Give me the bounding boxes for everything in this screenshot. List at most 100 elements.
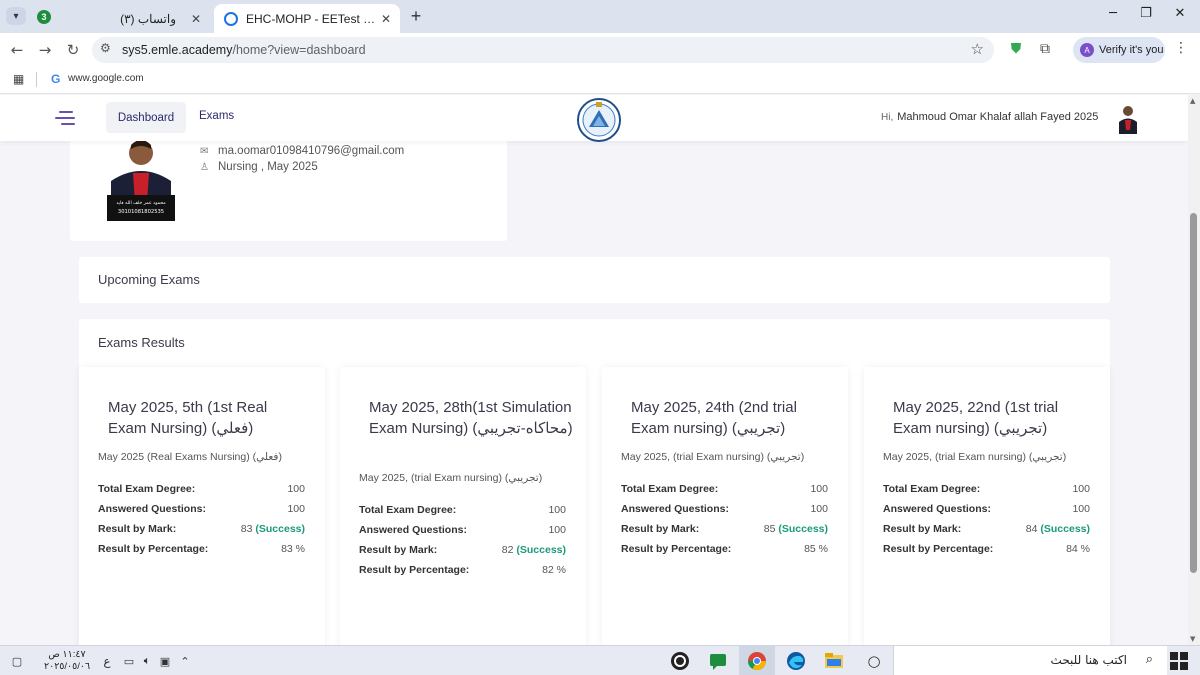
exam-title: May 2025, 24th (2nd trial Exam nursing) … (631, 399, 797, 437)
scroll-thumb[interactable] (1190, 213, 1197, 573)
edge-icon[interactable] (783, 646, 809, 675)
reload-icon[interactable]: ↻ (62, 39, 84, 61)
exam-result-card: May 2025, 22nd (1st trial Exam nursing) … (864, 367, 1110, 645)
volume-icon[interactable]: 🔈︎ (139, 646, 155, 675)
tab-group-badge[interactable]: 3 (37, 10, 51, 24)
restore-icon[interactable]: ❐ (1131, 6, 1161, 26)
input-language[interactable]: ع (100, 646, 114, 675)
new-tab-plus-icon[interactable]: + (406, 6, 426, 26)
site-logo[interactable] (576, 97, 622, 143)
window-close-icon[interactable]: ✕ (1165, 6, 1195, 26)
exam-result-card: May 2025, 5th (1st Real Exam Nursing) (ف… (79, 367, 325, 645)
exam-result-card: May 2025, 24th (2nd trial Exam nursing) … (602, 367, 848, 645)
taskbar-search-box[interactable]: اكتب هنا للبحث ⌕ (893, 646, 1167, 675)
cortana-circle-icon[interactable]: ○ (861, 646, 887, 675)
profile-email: ✉ ma.oomar01098410796@gmail.com (200, 145, 405, 157)
file-explorer-icon[interactable] (821, 646, 847, 675)
address-bar[interactable]: ⚙ sys5.emle.academy/home?view=dashboard … (92, 37, 994, 63)
close-icon[interactable]: ✕ (378, 12, 394, 26)
stat-percentage: Result by Percentage: 84 % (883, 543, 1090, 555)
stat-answered: Answered Questions: 100 (359, 524, 566, 536)
scroll-down-icon[interactable]: ▼ (1190, 635, 1195, 643)
chrome-icon[interactable] (739, 646, 775, 675)
google-icon[interactable]: G (51, 72, 60, 86)
bookmark-google[interactable]: www.google.com (68, 73, 144, 84)
windows-taskbar: ▢ ١١:٤٧ ص ٢٠٢٥/٠٥/٠٦ ع ▭ 🔈︎ ▣ ⌃ ○ اكتب ه… (0, 645, 1200, 675)
exam-result-card: May 2025, 28th(1st Simulation Exam Nursi… (340, 367, 586, 645)
stat-answered: Answered Questions: 100 (621, 503, 828, 515)
user-icon: ♙ (200, 162, 209, 173)
forward-arrow-icon[interactable]: → (34, 39, 56, 61)
battery-icon[interactable]: ▭ (121, 646, 137, 675)
exam-subtitle: May 2025, (trial Exam nursing) (تجريبي) (621, 451, 805, 463)
site-favicon-icon (224, 11, 238, 26)
success-badge: (Success) (1040, 523, 1090, 535)
user-avatar[interactable] (1116, 104, 1140, 134)
stat-total-degree: Total Exam Degree: 100 (359, 504, 566, 516)
exam-title: May 2025, 5th (1st Real Exam Nursing) (ف… (108, 399, 268, 437)
stat-mark: Result by Mark: 82 (Success) (359, 544, 566, 556)
site-settings-icon[interactable]: ⚙ (100, 41, 111, 55)
url-text: sys5.emle.academy/home?view=dashboard (122, 43, 366, 57)
mail-icon: ✉ (200, 146, 209, 157)
tab-search-chevron-icon[interactable]: ▾ (6, 7, 26, 25)
exam-title: May 2025, 28th(1st Simulation Exam Nursi… (369, 399, 573, 437)
stat-mark: Result by Mark: 83 (Success) (98, 523, 305, 535)
back-arrow-icon[interactable]: ← (6, 39, 28, 61)
nav-dashboard[interactable]: Dashboard (106, 102, 186, 133)
upcoming-exams-title: Upcoming Exams (98, 272, 200, 287)
windows-start-icon[interactable] (1170, 652, 1188, 670)
stat-percentage: Result by Percentage: 85 % (621, 543, 828, 555)
stat-mark: Result by Mark: 85 (Success) (621, 523, 828, 535)
page-scrollbar[interactable]: ▲ ▼ (1188, 95, 1200, 645)
clock-date: ٢٠٢٥/٠٥/٠٦ (44, 661, 91, 672)
browser-menu-icon[interactable]: ⋮ (1174, 40, 1188, 56)
show-hidden-icons-chevron-icon[interactable]: ⌃ (177, 646, 193, 675)
verify-account-button[interactable]: A Verify it's you (1073, 37, 1165, 63)
browser-tab-whatsapp[interactable]: (٣) واتساب ✕ (60, 4, 210, 33)
photo-caption-name: محمود عمر خلف الله فايد (116, 201, 166, 206)
clock-time: ١١:٤٧ ص (48, 649, 86, 660)
menu-hamburger-icon[interactable] (55, 109, 75, 127)
success-badge: (Success) (778, 523, 828, 535)
shield-extension-icon[interactable]: ⛊ (1007, 41, 1025, 59)
profile-avatar-icon: A (1080, 43, 1094, 57)
tab-title: (٣) واتساب (120, 11, 176, 26)
profile-program: ♙ Nursing , May 2025 (200, 161, 318, 173)
photo-caption-id: 30101081802535 (118, 209, 164, 215)
minimize-icon[interactable]: ─ (1098, 6, 1128, 26)
bookmark-star-icon[interactable]: ☆ (971, 40, 984, 58)
scroll-up-icon[interactable]: ▲ (1190, 97, 1195, 105)
bookmarks-bar: ▦ G www.google.com (0, 66, 1200, 94)
stat-total-degree: Total Exam Degree: 100 (98, 483, 305, 495)
search-placeholder: اكتب هنا للبحث (1050, 653, 1127, 667)
bookmark-divider (36, 72, 37, 87)
tab-title: EHC-MOHP - EETest | Dashboard (246, 11, 378, 26)
user-name: Mahmoud Omar Khalaf allah Fayed 2025 (897, 111, 1099, 123)
exam-subtitle: May 2025, (trial Exam nursing) (تجريبي) (359, 472, 543, 484)
exam-title: May 2025, 22nd (1st trial Exam nursing) … (893, 399, 1059, 437)
whatsapp-icon[interactable] (667, 646, 693, 675)
nav-exams[interactable]: Exams (199, 110, 234, 122)
stat-answered: Answered Questions: 100 (883, 503, 1090, 515)
page-viewport: Dashboard Exams Hi, Mahmoud Omar Khalaf a… (0, 95, 1188, 645)
close-icon[interactable]: ✕ (188, 12, 204, 26)
exam-subtitle: May 2025, (trial Exam nursing) (تجريبي) (883, 451, 1067, 463)
browser-tab-dashboard[interactable]: EHC-MOHP - EETest | Dashboard ✕ (214, 4, 400, 33)
stat-answered: Answered Questions: 100 (98, 503, 305, 515)
stat-total-degree: Total Exam Degree: 100 (883, 483, 1090, 495)
extensions-puzzle-icon[interactable]: ⧉ (1036, 41, 1054, 59)
messaging-app-icon[interactable] (705, 646, 731, 675)
profile-photo: محمود عمر خلف الله فايد 30101081802535 (107, 135, 175, 221)
user-greeting: Hi, Mahmoud Omar Khalaf allah Fayed 2025 (881, 111, 1099, 123)
browser-toolbar: ← → ↻ ⚙ sys5.emle.academy/home?view=dash… (0, 33, 1200, 66)
taskbar-clock[interactable]: ١١:٤٧ ص ٢٠٢٥/٠٥/٠٦ (44, 649, 90, 673)
stat-total-degree: Total Exam Degree: 100 (621, 483, 828, 495)
stat-percentage: Result by Percentage: 83 % (98, 543, 305, 555)
notification-icon[interactable]: ▢ (8, 646, 26, 675)
apps-grid-icon[interactable]: ▦ (13, 72, 24, 86)
network-icon[interactable]: ▣ (157, 646, 173, 675)
stat-mark: Result by Mark: 84 (Success) (883, 523, 1090, 535)
stat-percentage: Result by Percentage: 82 % (359, 564, 566, 576)
success-badge: (Success) (255, 523, 305, 535)
